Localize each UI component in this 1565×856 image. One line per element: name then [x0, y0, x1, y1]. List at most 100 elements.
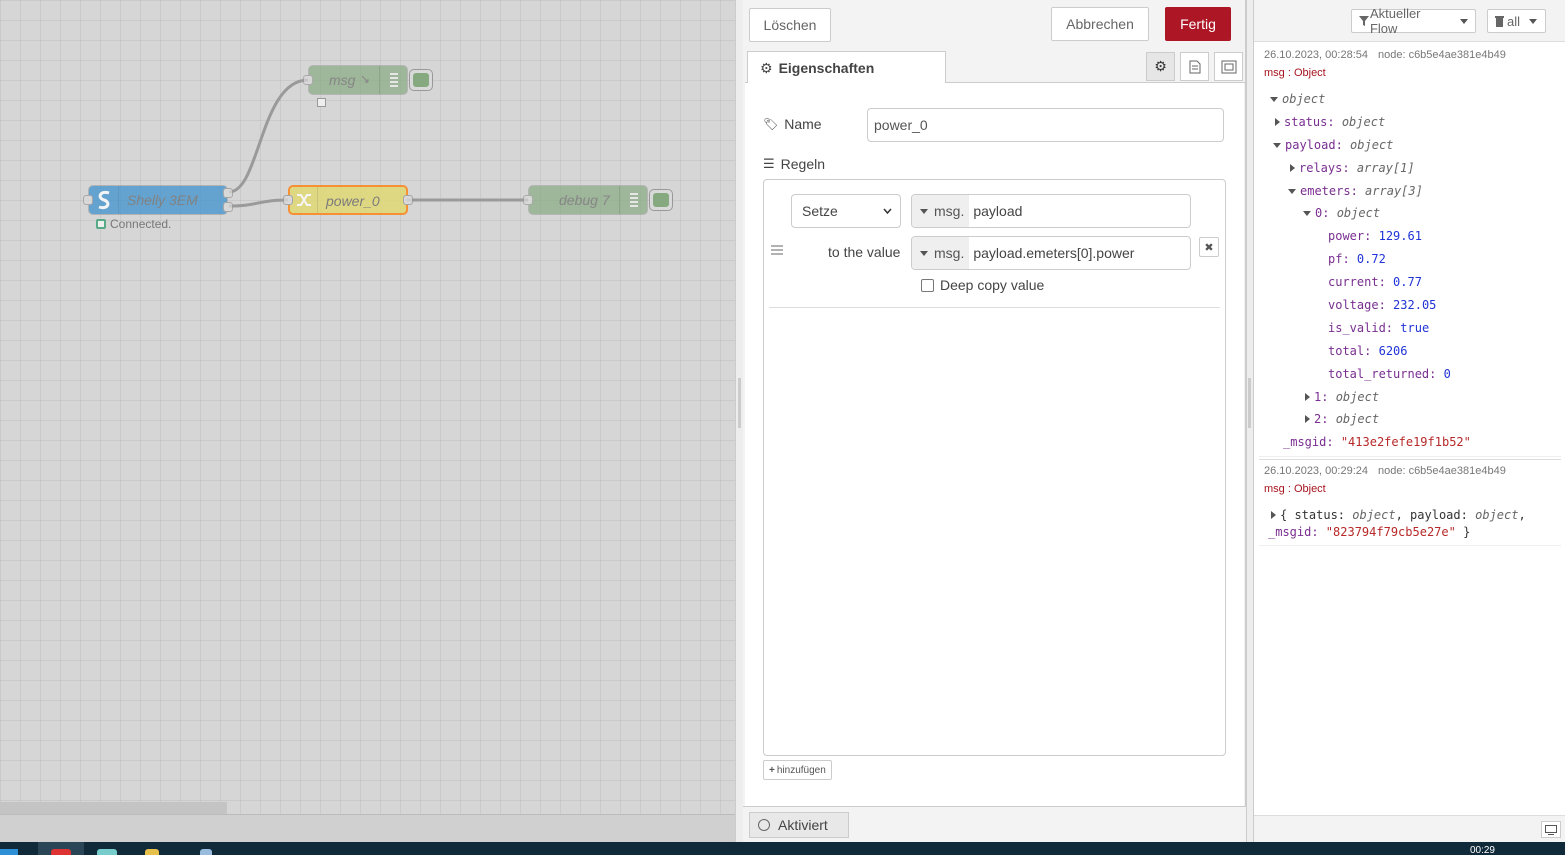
- shelly-status: Connected.: [96, 217, 171, 231]
- tree-node-status[interactable]: status: object: [1275, 115, 1385, 129]
- filter-dropdown[interactable]: Aktueller Flow: [1351, 6, 1476, 36]
- tree-root[interactable]: object: [1270, 92, 1325, 106]
- tree-node-emeter-2[interactable]: 2: object: [1305, 412, 1379, 426]
- add-label: hinzufügen: [776, 764, 826, 776]
- tray-resize-handle[interactable]: [735, 0, 743, 842]
- done-button[interactable]: Fertig: [1165, 7, 1231, 41]
- key: relays: [1299, 161, 1343, 175]
- value: object: [1282, 92, 1326, 106]
- debug-toolbar: Aktueller Flow all: [1254, 0, 1565, 42]
- tree-node-emeter-0[interactable]: 0: object: [1303, 206, 1380, 220]
- edit-tray: Löschen Abbrechen Fertig ⚙ Eigenschaften…: [743, 0, 1246, 842]
- tree-leaf-total[interactable]: total: 6206: [1328, 344, 1408, 358]
- clear-label: all: [1507, 13, 1521, 29]
- value: object: [1350, 138, 1394, 152]
- tab-properties[interactable]: ⚙ Eigenschaften: [747, 51, 946, 84]
- output-port-2[interactable]: [223, 202, 233, 212]
- text: ,: [1518, 508, 1526, 522]
- taskbar-clock[interactable]: 00:29: [1470, 845, 1495, 856]
- shelly-node[interactable]: Shelly 3EM: [83, 185, 233, 215]
- appearance-tab-button[interactable]: [1214, 52, 1243, 81]
- monitor-icon: [1545, 824, 1557, 835]
- rule-target-field[interactable]: msg. payload: [911, 194, 1191, 228]
- expanded-arrow-icon: [1303, 210, 1311, 216]
- flow-workspace[interactable]: msg ↘ Shelly 3EM Connected. power_0 debu…: [0, 0, 735, 842]
- status-dot-icon: [96, 219, 106, 229]
- folder-icon[interactable]: [145, 849, 159, 855]
- tree-node-emeters[interactable]: emeters: array[3]: [1288, 184, 1423, 198]
- open-window-button[interactable]: [1541, 821, 1561, 838]
- sidebar-resize-handle[interactable]: [1246, 0, 1254, 842]
- text: object: [1352, 508, 1396, 522]
- key: is_valid: [1328, 321, 1386, 335]
- enabled-toggle[interactable]: Aktiviert: [749, 812, 849, 838]
- debug-toggle-button[interactable]: [649, 189, 673, 211]
- key: status: [1284, 115, 1328, 129]
- shuffle-icon: [290, 187, 318, 213]
- text: }: [1455, 525, 1471, 539]
- tree-node-relays[interactable]: relays: array[1]: [1290, 161, 1415, 175]
- clear-dropdown[interactable]: all: [1487, 9, 1546, 33]
- output-port[interactable]: [403, 195, 413, 205]
- expanded-arrow-icon: [1270, 96, 1278, 102]
- trash-icon: [1495, 15, 1504, 27]
- horizontal-scrollbar[interactable]: [0, 802, 227, 814]
- name-label: 🏷 Name: [763, 116, 822, 132]
- message-meta: 26.10.2023, 00:29:24 node: c6b5e4ae381e4…: [1259, 460, 1561, 477]
- input-port[interactable]: [523, 195, 533, 205]
- app-icon[interactable]: [97, 849, 117, 855]
- tree-node-payload[interactable]: payload: object: [1273, 138, 1393, 152]
- select-value: Setze: [802, 203, 838, 219]
- message-meta: 26.10.2023, 00:28:54 node: c6b5e4ae381e4…: [1259, 44, 1561, 61]
- tree-leaf-current[interactable]: current: 0.77: [1328, 275, 1422, 289]
- drag-handle-icon[interactable]: [771, 242, 783, 258]
- collapsed-arrow-icon: [1305, 393, 1310, 401]
- message-node-link[interactable]: node: c6b5e4ae381e4b49: [1378, 49, 1506, 61]
- list-icon: [619, 186, 647, 214]
- rule-action-select[interactable]: Setze: [791, 194, 901, 228]
- input-port[interactable]: [83, 195, 93, 205]
- output-port-1[interactable]: [223, 188, 233, 198]
- message-node-link[interactable]: node: c6b5e4ae381e4b49: [1378, 465, 1506, 477]
- document-icon: [1189, 60, 1200, 73]
- debug-toggle-button[interactable]: [409, 69, 433, 91]
- name-input[interactable]: power_0: [867, 108, 1224, 142]
- input-port[interactable]: [303, 75, 313, 85]
- node-label: debug 7: [559, 192, 610, 208]
- remove-rule-button[interactable]: ✖: [1199, 237, 1219, 257]
- deep-copy-checkbox[interactable]: [921, 278, 934, 292]
- key: current: [1328, 275, 1379, 289]
- cancel-button[interactable]: Abbrechen: [1051, 7, 1149, 41]
- tag-icon: 🏷: [763, 117, 779, 131]
- debug-node-7[interactable]: debug 7: [523, 185, 648, 215]
- delete-button[interactable]: Löschen: [749, 8, 831, 42]
- caret-down-icon: [920, 250, 928, 256]
- target-value: payload: [973, 203, 1023, 219]
- value: 0.72: [1356, 252, 1386, 266]
- taskbar-active-app[interactable]: [38, 842, 84, 855]
- tree-leaf-msgid[interactable]: _msgid: "413e2fefe19f1b52": [1283, 435, 1471, 449]
- app-icon[interactable]: [200, 849, 212, 855]
- text: , payload:: [1395, 508, 1476, 522]
- tree-leaf-total-returned[interactable]: total_returned: 0: [1328, 367, 1451, 381]
- add-rule-button[interactable]: + hinzufügen: [763, 760, 832, 780]
- tree-node-emeter-1[interactable]: 1: object: [1305, 390, 1379, 404]
- tree-leaf-voltage[interactable]: voltage: 232.05: [1328, 298, 1436, 312]
- input-port[interactable]: [283, 195, 293, 205]
- debug-message: 26.10.2023, 00:29:24 node: c6b5e4ae381e4…: [1259, 459, 1561, 546]
- type-selector[interactable]: msg.: [912, 237, 970, 269]
- node-label: msg: [329, 72, 356, 88]
- description-tab-button[interactable]: [1180, 52, 1209, 81]
- type-selector[interactable]: msg.: [912, 195, 970, 227]
- change-node-power-0[interactable]: power_0: [283, 185, 413, 215]
- rule-source-field[interactable]: msg. payload.emeters[0].power: [911, 236, 1191, 270]
- debug-node-msg[interactable]: msg ↘: [303, 65, 408, 95]
- start-icon[interactable]: [0, 849, 18, 855]
- tree-leaf-is-valid[interactable]: is_valid: true: [1328, 321, 1429, 335]
- settings-tab-button[interactable]: ⚙: [1146, 52, 1175, 81]
- enabled-label: Aktiviert: [778, 817, 828, 833]
- tree-leaf-pf[interactable]: pf: 0.72: [1328, 252, 1386, 266]
- debug-sidebar: Aktueller Flow all 26.10.2023, 00:28:54 …: [1254, 0, 1565, 842]
- tree-leaf-power[interactable]: power: 129.61: [1328, 229, 1422, 243]
- type-label: msg.: [934, 245, 965, 261]
